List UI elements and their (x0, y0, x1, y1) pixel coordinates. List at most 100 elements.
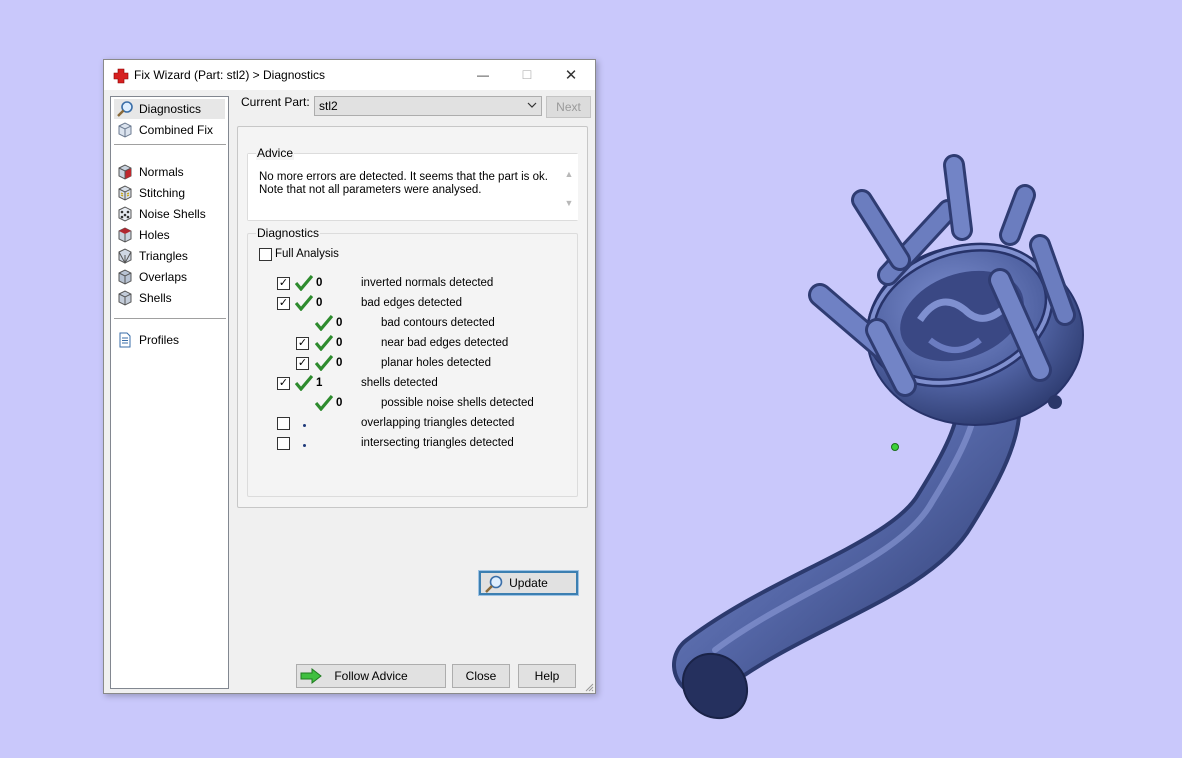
current-part-select[interactable]: stl2 (314, 96, 542, 116)
diagnostic-checkbox[interactable]: ✓ (296, 357, 309, 370)
green-check-icon (295, 275, 313, 291)
diagnostic-label: bad contours detected (381, 317, 495, 329)
nav-item-diagnostics[interactable]: Diagnostics (114, 99, 225, 119)
nav-label: Triangles (139, 249, 188, 263)
diagnostic-checkbox[interactable]: ✓ (296, 337, 309, 350)
magnifier-icon (117, 101, 133, 117)
diagnostic-label: planar holes detected (381, 357, 491, 369)
advice-group: No more errors are detected. It seems th… (247, 146, 578, 221)
nav-label: Overlaps (139, 270, 188, 284)
nav-label: Stitching (139, 186, 186, 200)
overlaps-cube-icon (118, 269, 132, 285)
pivot-point-marker[interactable] (891, 443, 899, 451)
diagnostic-count: 0 (336, 317, 343, 329)
diagnostic-label: bad edges detected (361, 297, 463, 309)
update-button[interactable]: Update (478, 570, 579, 596)
diagnostic-checkbox[interactable] (277, 437, 290, 450)
diagnostic-checkbox[interactable] (277, 417, 290, 430)
triangles-cube-icon (118, 248, 132, 265)
nav-item-stitching[interactable]: Stitching (114, 183, 225, 203)
follow-advice-button[interactable]: Follow Advice (296, 664, 446, 688)
nav-divider (114, 318, 226, 319)
green-check-icon (315, 315, 333, 331)
diagnostic-checkbox[interactable]: ✓ (277, 297, 290, 310)
normals-cube-icon (118, 164, 132, 180)
nav-divider (114, 144, 226, 145)
update-label: Update (509, 576, 548, 590)
nav-label: Diagnostics (139, 102, 202, 116)
diagnostic-label: inverted normals detected (361, 277, 494, 289)
nav-label: Normals (139, 165, 184, 179)
full-analysis-checkbox[interactable] (259, 248, 272, 261)
diagnostic-label: intersecting triangles detected (361, 437, 514, 449)
scroll-up-icon[interactable]: ▲ (563, 168, 575, 181)
diagnostic-checkbox[interactable]: ✓ (277, 377, 290, 390)
wizard-nav: Diagnostics Combined Fix Normals Stitchi… (110, 96, 229, 689)
cube-icon (118, 122, 132, 138)
window-title: Fix Wizard (Part: stl2) > Diagnostics (134, 68, 326, 82)
holes-cube-icon (118, 227, 132, 243)
diagnostic-count: 0 (336, 397, 343, 409)
nav-label: Holes (139, 228, 170, 242)
nav-label: Noise Shells (139, 207, 206, 221)
red-cross-icon (113, 68, 129, 84)
nav-label: Shells (139, 291, 172, 305)
advice-scrollbar[interactable]: ▲ ▼ (563, 168, 575, 214)
nav-item-profiles[interactable]: Profiles (114, 330, 225, 350)
diagnostic-label: near bad edges detected (381, 337, 509, 349)
close-window-button[interactable]: ✕ (548, 60, 594, 90)
diagnostic-label: possible noise shells detected (381, 397, 534, 409)
chevron-down-icon (527, 102, 537, 108)
fix-wizard-dialog: Fix Wizard (Part: stl2) > Diagnostics — … (103, 59, 596, 694)
close-button[interactable]: Close (452, 664, 510, 688)
diagnostic-count: 0 (336, 357, 343, 369)
diagnostic-checkbox[interactable]: ✓ (277, 277, 290, 290)
green-check-icon (295, 375, 313, 391)
arrow-right-icon (300, 668, 322, 684)
title-bar[interactable]: Fix Wizard (Part: stl2) > Diagnostics — … (104, 60, 595, 90)
green-check-icon (315, 335, 333, 351)
diagnostic-label: shells detected (361, 377, 438, 389)
shells-cube-icon (118, 290, 132, 306)
nav-item-holes[interactable]: Holes (114, 225, 225, 245)
green-check-icon (295, 295, 313, 311)
diagnostics-group: Diagnostics Full Analysis ✓ 0 inverted nor… (247, 226, 579, 596)
follow-advice-label: Follow Advice (334, 669, 408, 683)
diagnostic-count: 0 (336, 337, 343, 349)
advice-title: Advice (256, 146, 295, 160)
nav-item-normals[interactable]: Normals (114, 162, 225, 182)
current-part-label: Current Part: (241, 95, 310, 109)
nav-item-overlaps[interactable]: Overlaps (114, 267, 225, 287)
not-analysed-dot-icon (303, 424, 306, 427)
green-check-icon (315, 395, 333, 411)
diagnostic-label: overlapping triangles detected (361, 417, 515, 429)
diagnostics-panel: No more errors are detected. It seems th… (237, 126, 588, 596)
nav-label: Profiles (139, 333, 180, 347)
advice-line: No more errors are detected. It seems th… (259, 171, 548, 183)
nav-item-shells[interactable]: Shells (114, 288, 225, 308)
minimize-button[interactable]: — (460, 60, 506, 90)
advice-text: No more errors are detected. It seems th… (248, 154, 578, 220)
advice-line: Note that not all parameters were analys… (259, 184, 482, 196)
magnifier-icon (485, 575, 503, 593)
nav-item-combined-fix[interactable]: Combined Fix (114, 120, 225, 140)
not-analysed-dot-icon (303, 444, 306, 447)
full-analysis-label: Full Analysis (275, 248, 339, 260)
resize-grip-icon[interactable] (584, 682, 594, 692)
green-check-icon (315, 355, 333, 371)
ring-model-3d[interactable] (670, 130, 1120, 730)
document-icon (119, 332, 131, 348)
scroll-down-icon[interactable]: ▼ (563, 197, 575, 210)
nav-item-noise-shells[interactable]: Noise Shells (114, 204, 225, 224)
nav-label: Combined Fix (139, 123, 214, 137)
stitching-cube-icon (118, 185, 132, 201)
diagnostics-title: Diagnostics (256, 226, 321, 240)
diagnostic-count: 1 (316, 377, 323, 389)
maximize-button[interactable]: ☐ (504, 60, 550, 90)
next-button[interactable]: Next (546, 96, 591, 118)
help-button[interactable]: Help (518, 664, 576, 688)
noise-shells-cube-icon (118, 206, 132, 222)
current-part-value: stl2 (319, 99, 338, 113)
nav-item-triangles[interactable]: Triangles (114, 246, 225, 266)
diagnostic-count: 0 (316, 297, 323, 309)
